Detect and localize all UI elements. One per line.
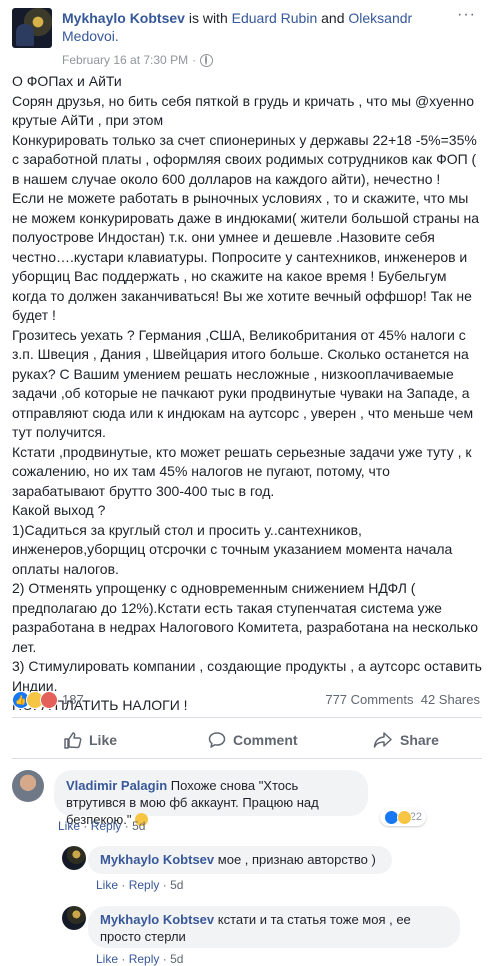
reactions-bar: 👍 187 777 Comments 42 Shares bbox=[12, 691, 482, 711]
post-line: Грозитесь уехать ? Германия ,США, Велико… bbox=[12, 326, 474, 441]
like-button[interactable]: Like bbox=[64, 725, 117, 755]
post-author-line: Mykhaylo Kobtsev is with Eduard Rubin an… bbox=[62, 9, 452, 45]
comment-reply-link[interactable]: Reply bbox=[129, 952, 160, 966]
with-text: is with bbox=[184, 10, 232, 26]
shares-count[interactable]: 42 Shares bbox=[421, 692, 480, 707]
post-line: Кстати ,продвинутые, кто может решать се… bbox=[12, 443, 472, 499]
share-icon bbox=[373, 732, 392, 748]
commenter-name[interactable]: Mykhaylo Kobtsev bbox=[100, 912, 214, 927]
meta-separator: · bbox=[162, 878, 167, 892]
divider bbox=[12, 717, 482, 718]
meta-separator: · bbox=[124, 819, 129, 833]
comment-reply: Mykhaylo Kobtsev мое , признаю авторство… bbox=[62, 846, 482, 896]
commenter-name[interactable]: Vladimir Palagin bbox=[66, 778, 167, 793]
reaction-icons[interactable]: 👍 bbox=[12, 691, 58, 709]
comment-time[interactable]: 5d bbox=[132, 819, 145, 833]
and-text: and bbox=[317, 10, 349, 26]
haha-reaction-icon bbox=[396, 809, 412, 825]
reaction-count[interactable]: 187 bbox=[62, 692, 84, 707]
share-button[interactable]: Share bbox=[373, 725, 439, 755]
share-label: Share bbox=[400, 732, 439, 748]
meta-separator: · bbox=[121, 952, 126, 966]
commenter-name[interactable]: Mykhaylo Kobtsev bbox=[100, 852, 214, 867]
comment-button[interactable]: Comment bbox=[208, 725, 298, 755]
post-header: Mykhaylo Kobtsev is with Eduard Rubin an… bbox=[12, 6, 482, 70]
comment-like-link[interactable]: Like bbox=[96, 952, 118, 966]
post-timestamp[interactable]: February 16 at 7:30 PM bbox=[62, 53, 188, 67]
meta-separator: · bbox=[192, 53, 197, 67]
comment-bubble: Mykhaylo Kobtsev кстати и та статья тоже… bbox=[88, 906, 460, 948]
meta-separator: · bbox=[83, 819, 88, 833]
author-avatar[interactable] bbox=[12, 8, 52, 48]
globe-icon[interactable] bbox=[200, 53, 214, 67]
commenter-avatar[interactable] bbox=[12, 770, 44, 802]
post-line: О ФОПах и АйТи bbox=[12, 73, 122, 89]
comment-time[interactable]: 5d bbox=[170, 878, 183, 892]
meta-separator: · bbox=[162, 952, 167, 966]
comment-icon bbox=[208, 732, 226, 748]
post-line: Если не можете работать в рыночных услов… bbox=[12, 190, 480, 323]
comment-reply-link[interactable]: Reply bbox=[129, 878, 160, 892]
comment-meta: Like · Reply · 5d bbox=[96, 878, 183, 892]
comments-count[interactable]: 777 Comments bbox=[325, 692, 413, 707]
comment-meta: Like · Reply · 5d bbox=[96, 952, 183, 966]
like-label: Like bbox=[89, 732, 118, 748]
post-line: 1)Садиться за круглый стол и просить у..… bbox=[12, 521, 453, 577]
comment-reply: Mykhaylo Kobtsev кстати и та статья тоже… bbox=[62, 906, 482, 966]
comment: Vladimir Palagin Похоже снова "Хтось втр… bbox=[12, 770, 482, 840]
comment-text: мое , признаю авторство ) bbox=[217, 852, 376, 867]
post-line: 2) Отменять упрощенку с одновременным сн… bbox=[12, 580, 479, 655]
comment-bubble: Mykhaylo Kobtsev мое , признаю авторство… bbox=[88, 846, 392, 874]
comment-bubble: Vladimir Palagin Похоже снова "Хтось втр… bbox=[54, 770, 426, 827]
comment-reactions[interactable]: 22 bbox=[379, 808, 426, 826]
comment-label: Comment bbox=[233, 732, 298, 748]
post-meta: February 16 at 7:30 PM · bbox=[62, 53, 214, 67]
thumbs-up-icon bbox=[64, 732, 82, 749]
post-actions: Like Comment Share bbox=[12, 725, 482, 755]
comment-like-link[interactable]: Like bbox=[96, 878, 118, 892]
comment-like-link[interactable]: Like bbox=[58, 819, 80, 833]
comment-meta: Like · Reply · 5d bbox=[58, 819, 145, 833]
comment-time[interactable]: 5d bbox=[170, 952, 183, 966]
post-stats: 777 Comments 42 Shares bbox=[325, 692, 480, 707]
more-options-button[interactable]: ··· bbox=[457, 6, 476, 24]
post-line: Какой выход ? bbox=[12, 502, 106, 518]
post-line: Сорян друзья, но бить себя пяткой в груд… bbox=[12, 92, 475, 129]
post-body: О ФОПах и АйТи Сорян друзья, но бить себ… bbox=[12, 72, 484, 716]
tagged-user-1[interactable]: Eduard Rubin bbox=[232, 10, 318, 26]
meta-separator: · bbox=[121, 878, 126, 892]
divider bbox=[12, 758, 482, 759]
commenter-avatar[interactable] bbox=[62, 906, 86, 930]
author-name[interactable]: Mykhaylo Kobtsev bbox=[62, 10, 185, 26]
angry-reaction-icon bbox=[40, 691, 58, 709]
comment-reply-link[interactable]: Reply bbox=[91, 819, 122, 833]
post-line: Конкурировать только за счет спионериных… bbox=[12, 131, 477, 187]
commenter-avatar[interactable] bbox=[62, 846, 86, 870]
